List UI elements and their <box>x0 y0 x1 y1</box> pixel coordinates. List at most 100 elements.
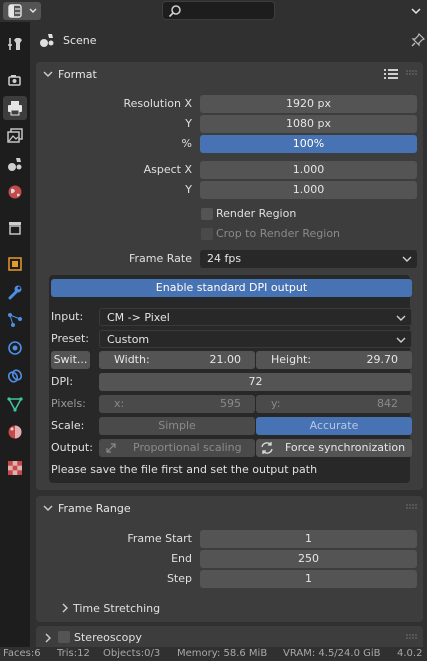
tab-physics[interactable] <box>3 336 27 360</box>
context-label: Scene <box>63 34 97 47</box>
sync-icon <box>261 442 273 454</box>
tab-world[interactable] <box>3 180 27 204</box>
drag-grip-icon[interactable] <box>406 70 418 76</box>
proportional-scaling-button[interactable]: Proportional scaling <box>99 439 255 457</box>
pin-icon[interactable] <box>411 33 425 47</box>
frame-range-panel-header[interactable]: Frame Range <box>36 496 423 520</box>
render-region-checkbox[interactable] <box>201 208 213 220</box>
crop-region-label: Crop to Render Region <box>216 227 341 240</box>
editor-type-dropdown[interactable] <box>3 2 41 20</box>
context-breadcrumb: Scene <box>30 22 427 60</box>
panel-title: Stereoscopy <box>74 631 142 644</box>
chevron-down-icon <box>396 315 406 321</box>
tab-constraints[interactable] <box>3 364 27 388</box>
resolution-y-field[interactable]: 1080 px <box>200 115 417 133</box>
presets-list-icon[interactable] <box>383 67 399 81</box>
width-value: 21.00 <box>209 353 242 366</box>
resolution-percent-label: % <box>181 137 192 150</box>
properties-tab-bar <box>0 22 30 647</box>
collection-icon <box>9 222 21 235</box>
scene-icon <box>8 158 22 171</box>
options-dropdown[interactable] <box>406 1 426 21</box>
stereoscopy-checkbox[interactable] <box>58 631 70 643</box>
scale-label: Scale: <box>51 419 85 432</box>
tab-object[interactable] <box>3 252 27 276</box>
chevron-down-icon <box>29 8 37 13</box>
width-field[interactable]: Width: 21.00 <box>99 351 255 369</box>
tab-view-layer[interactable] <box>3 124 27 148</box>
tab-scene[interactable] <box>3 152 27 176</box>
time-stretching-label: Time Stretching <box>73 602 161 615</box>
resolution-x-field[interactable]: 1920 px <box>200 95 417 113</box>
object-icon <box>8 257 22 271</box>
panel-title: Frame Range <box>58 502 131 515</box>
frame-rate-value: 24 fps <box>207 252 242 265</box>
frame-end-field[interactable]: 250 <box>200 550 417 568</box>
search-input[interactable] <box>162 1 275 20</box>
tab-output[interactable] <box>3 96 27 120</box>
tab-material[interactable] <box>3 420 27 444</box>
tab-data[interactable] <box>3 392 27 416</box>
chevron-right-icon <box>62 603 68 613</box>
frame-rate-dropdown[interactable]: 24 fps <box>200 250 417 268</box>
frame-start-label: Frame Start <box>127 532 192 545</box>
chevron-down-icon <box>396 337 406 343</box>
dpi-field[interactable]: 72 <box>99 373 412 391</box>
aspect-x-field[interactable]: 1.000 <box>200 161 417 179</box>
frame-start-field[interactable]: 1 <box>200 530 417 548</box>
height-field[interactable]: Height: 29.70 <box>256 351 412 369</box>
resolution-x-label: Resolution X <box>123 97 192 110</box>
tool-icon <box>8 38 22 50</box>
crop-region-checkbox[interactable] <box>201 228 213 240</box>
world-icon <box>8 185 22 199</box>
pixels-label: Pixels: <box>51 397 86 410</box>
frame-rate-label: Frame Rate <box>129 252 192 265</box>
force-sync-button[interactable]: Force synchronization <box>256 439 412 457</box>
properties-editor-icon <box>8 4 22 18</box>
frame-step-label: Step <box>166 572 192 585</box>
drag-grip-icon[interactable] <box>406 634 418 640</box>
tab-render[interactable] <box>3 68 27 92</box>
scale-simple-option[interactable]: Simple <box>99 417 255 435</box>
scale-accurate-option[interactable]: Accurate <box>256 417 412 435</box>
chevron-down-icon <box>411 8 421 15</box>
pixels-y-field: y: 842 <box>256 395 412 413</box>
expand-arrows-icon <box>106 443 116 453</box>
enable-dpi-button[interactable]: Enable standard DPI output <box>51 279 412 297</box>
input-value: CM -> Pixel <box>107 311 170 324</box>
format-panel-header[interactable]: Format <box>36 62 423 86</box>
drag-grip-icon[interactable] <box>406 504 418 510</box>
tab-texture[interactable] <box>3 456 27 480</box>
input-dropdown[interactable]: CM -> Pixel <box>99 308 412 326</box>
tab-modifiers[interactable] <box>3 280 27 304</box>
switch-button[interactable]: Swit... <box>51 351 90 369</box>
chevron-down-icon <box>43 505 53 511</box>
properties-header <box>0 0 427 22</box>
chevron-down-icon <box>402 256 412 262</box>
status-version: 4.0.2 <box>397 648 423 659</box>
scene-icon <box>40 34 54 47</box>
status-tris: Tris:12 <box>57 648 90 659</box>
width-label: Width: <box>114 353 150 366</box>
mesh-data-icon <box>7 397 23 412</box>
tab-collection[interactable] <box>3 216 27 240</box>
preset-dropdown[interactable]: Custom <box>99 330 412 348</box>
status-vram: VRAM: 4.5/24.0 GiB <box>283 648 381 659</box>
time-stretching-subpanel-header[interactable]: Time Stretching <box>36 596 423 620</box>
pixels-y-value: 842 <box>377 397 398 410</box>
status-objects: Objects:0/3 <box>103 648 161 659</box>
frame-step-field[interactable]: 1 <box>200 570 417 588</box>
proportional-scaling-label: Proportional scaling <box>133 441 242 454</box>
dpi-addon-box: Enable standard DPI output Input: CM -> … <box>49 275 412 483</box>
resolution-percent-slider[interactable]: 100% <box>200 135 417 153</box>
tab-tool[interactable] <box>3 32 27 56</box>
height-label: Height: <box>271 353 312 366</box>
format-panel: Format Resolution X 1920 px Y 1080 px % … <box>36 62 423 490</box>
tab-particles[interactable] <box>3 308 27 332</box>
status-faces: Faces:6 <box>3 648 41 659</box>
status-bar: Faces:6 Tris:12 Objects:0/3 Memory: 58.6… <box>0 647 427 661</box>
aspect-y-label: Y <box>185 183 192 196</box>
printer-icon <box>8 101 22 116</box>
aspect-y-field[interactable]: 1.000 <box>200 181 417 199</box>
wrench-icon <box>8 285 22 300</box>
